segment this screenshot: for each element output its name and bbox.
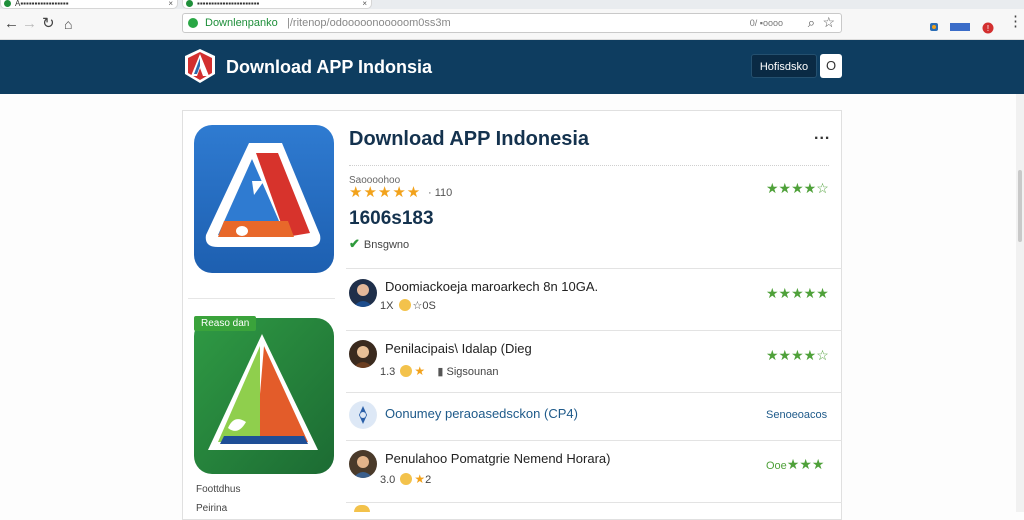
svg-text:!: ! bbox=[987, 24, 989, 33]
divider bbox=[188, 298, 335, 299]
review-title[interactable]: Doomiackoeja maroarkech 8n 10GA. bbox=[385, 279, 598, 294]
star-icon: ★ bbox=[414, 364, 426, 378]
device-icon: ▮ bbox=[437, 366, 444, 378]
reload-icon[interactable]: ↻ bbox=[42, 15, 55, 33]
avatar[interactable] bbox=[349, 450, 377, 478]
review-meta: 1X ☆0S bbox=[380, 299, 436, 312]
featured-badge: Reaso dan bbox=[194, 316, 257, 331]
url-suffix: 0/ ▪oooo bbox=[749, 18, 783, 28]
link-title[interactable]: Oonumey peraoasedsckon (CP4) bbox=[385, 406, 578, 421]
check-icon: ✔ bbox=[349, 236, 360, 251]
menu-dots-icon[interactable]: ⋮ bbox=[1008, 13, 1023, 31]
more-options-icon[interactable]: ... bbox=[814, 126, 830, 144]
review-score: 1X bbox=[380, 300, 394, 312]
verified-label: ✔ Bnsgwno bbox=[349, 236, 409, 252]
review-extra: ☆0S bbox=[412, 300, 436, 312]
divider bbox=[346, 440, 842, 441]
scrollbar-thumb[interactable] bbox=[1018, 170, 1022, 242]
divider bbox=[346, 502, 842, 503]
bookmark-star-icon[interactable]: ☆ bbox=[822, 14, 835, 31]
avatar[interactable] bbox=[349, 279, 377, 307]
review-extra: 2 bbox=[425, 474, 432, 486]
review-title[interactable]: Penulahoo Pomatgrie Nemend Horara) bbox=[385, 451, 610, 466]
url-path: |/ritenop/odooooonooooom0ss3m bbox=[287, 17, 451, 29]
notification-icon[interactable]: ! bbox=[982, 22, 994, 34]
review-meta: 3.0 ★2 bbox=[380, 472, 431, 486]
address-bar[interactable]: Downlenpanko |/ritenop/odooooonooooom0ss… bbox=[182, 13, 842, 33]
divider bbox=[349, 165, 829, 166]
verified-text: Bnsgwno bbox=[363, 239, 410, 251]
browser-toolbar: ← → ↻ ⌂ Downlenpanko |/ritenop/odooooono… bbox=[0, 9, 1024, 40]
tab-favicon-icon bbox=[4, 0, 11, 7]
tab-label: ▪▪▪▪▪▪▪▪▪▪▪▪▪▪▪▪▪▪▪▪▪▪ bbox=[197, 0, 260, 8]
review-title[interactable]: Penilacipais\ Idalap (Dieg bbox=[385, 341, 532, 356]
rating-stars-text: ★★★ bbox=[786, 456, 825, 472]
extension-icon[interactable] bbox=[929, 22, 939, 32]
search-icon[interactable]: ⌕ bbox=[808, 15, 815, 31]
app-title: Download APP Indonesia bbox=[349, 128, 590, 150]
brand-title[interactable]: Download APP Indonsia bbox=[226, 57, 432, 78]
tab-label: A▪▪▪▪▪▪▪▪▪▪▪▪▪▪▪▪▪ bbox=[15, 0, 69, 8]
rating-stars: ★★★★★ bbox=[349, 184, 422, 201]
compass-icon[interactable] bbox=[349, 401, 377, 429]
green-rating-stars: ★★★★★ bbox=[766, 285, 829, 301]
avatar[interactable] bbox=[354, 505, 370, 512]
rating-prefix: Ooe bbox=[766, 460, 787, 472]
browser-tab-active[interactable]: ▪▪▪▪▪▪▪▪▪▪▪▪▪▪▪▪▪▪▪▪▪▪ × bbox=[182, 0, 372, 9]
home-icon[interactable]: ⌂ bbox=[64, 15, 72, 33]
green-rating-stars: ★★★★☆ bbox=[766, 347, 829, 363]
app-icon[interactable] bbox=[194, 125, 334, 273]
divider bbox=[346, 392, 842, 393]
download-count: 1606s183 bbox=[349, 208, 434, 229]
tab-favicon-icon bbox=[186, 0, 193, 7]
review-score: 1.3 bbox=[380, 366, 396, 378]
secure-lock-icon bbox=[188, 18, 198, 28]
divider bbox=[346, 330, 842, 331]
back-arrow-icon[interactable]: ← bbox=[4, 15, 19, 33]
green-rating-stars: Ooe★★★ bbox=[766, 456, 824, 473]
left-label: Foottdhus bbox=[196, 484, 241, 495]
review-extra: Sigsounan bbox=[446, 366, 499, 378]
star-icon: ★ bbox=[414, 472, 426, 486]
review-score: 3.0 bbox=[380, 474, 396, 486]
avatar[interactable] bbox=[349, 340, 377, 368]
extension-badge-icon[interactable] bbox=[950, 22, 970, 32]
emoji-icon bbox=[400, 473, 413, 485]
url-host: Downlenpanko bbox=[205, 17, 278, 29]
link-action[interactable]: Senoeoacos bbox=[766, 409, 827, 421]
review-meta: 1.3 ★ ▮ Sigsounan bbox=[380, 364, 498, 378]
green-rating-stars: ★★★★☆ bbox=[766, 180, 829, 196]
divider bbox=[346, 268, 842, 269]
header-secondary-button[interactable]: O bbox=[820, 54, 842, 78]
browser-tab[interactable]: A▪▪▪▪▪▪▪▪▪▪▪▪▪▪▪▪▪ × bbox=[0, 0, 178, 9]
site-header: Download APP Indonsia Hofisdsko O bbox=[0, 40, 1024, 94]
emoji-icon bbox=[398, 299, 411, 311]
header-action-button[interactable]: Hofisdsko bbox=[751, 54, 817, 78]
app-icon-secondary[interactable] bbox=[194, 318, 334, 474]
scrollbar-track[interactable] bbox=[1016, 94, 1024, 512]
emoji-icon bbox=[400, 365, 413, 377]
left-label: Peirina bbox=[196, 503, 228, 514]
close-icon[interactable]: × bbox=[362, 0, 367, 8]
forward-arrow-icon[interactable]: → bbox=[22, 15, 37, 33]
rating-count: · 110 bbox=[428, 187, 453, 199]
close-icon[interactable]: × bbox=[168, 0, 173, 8]
brand-logo-icon[interactable] bbox=[183, 48, 217, 84]
